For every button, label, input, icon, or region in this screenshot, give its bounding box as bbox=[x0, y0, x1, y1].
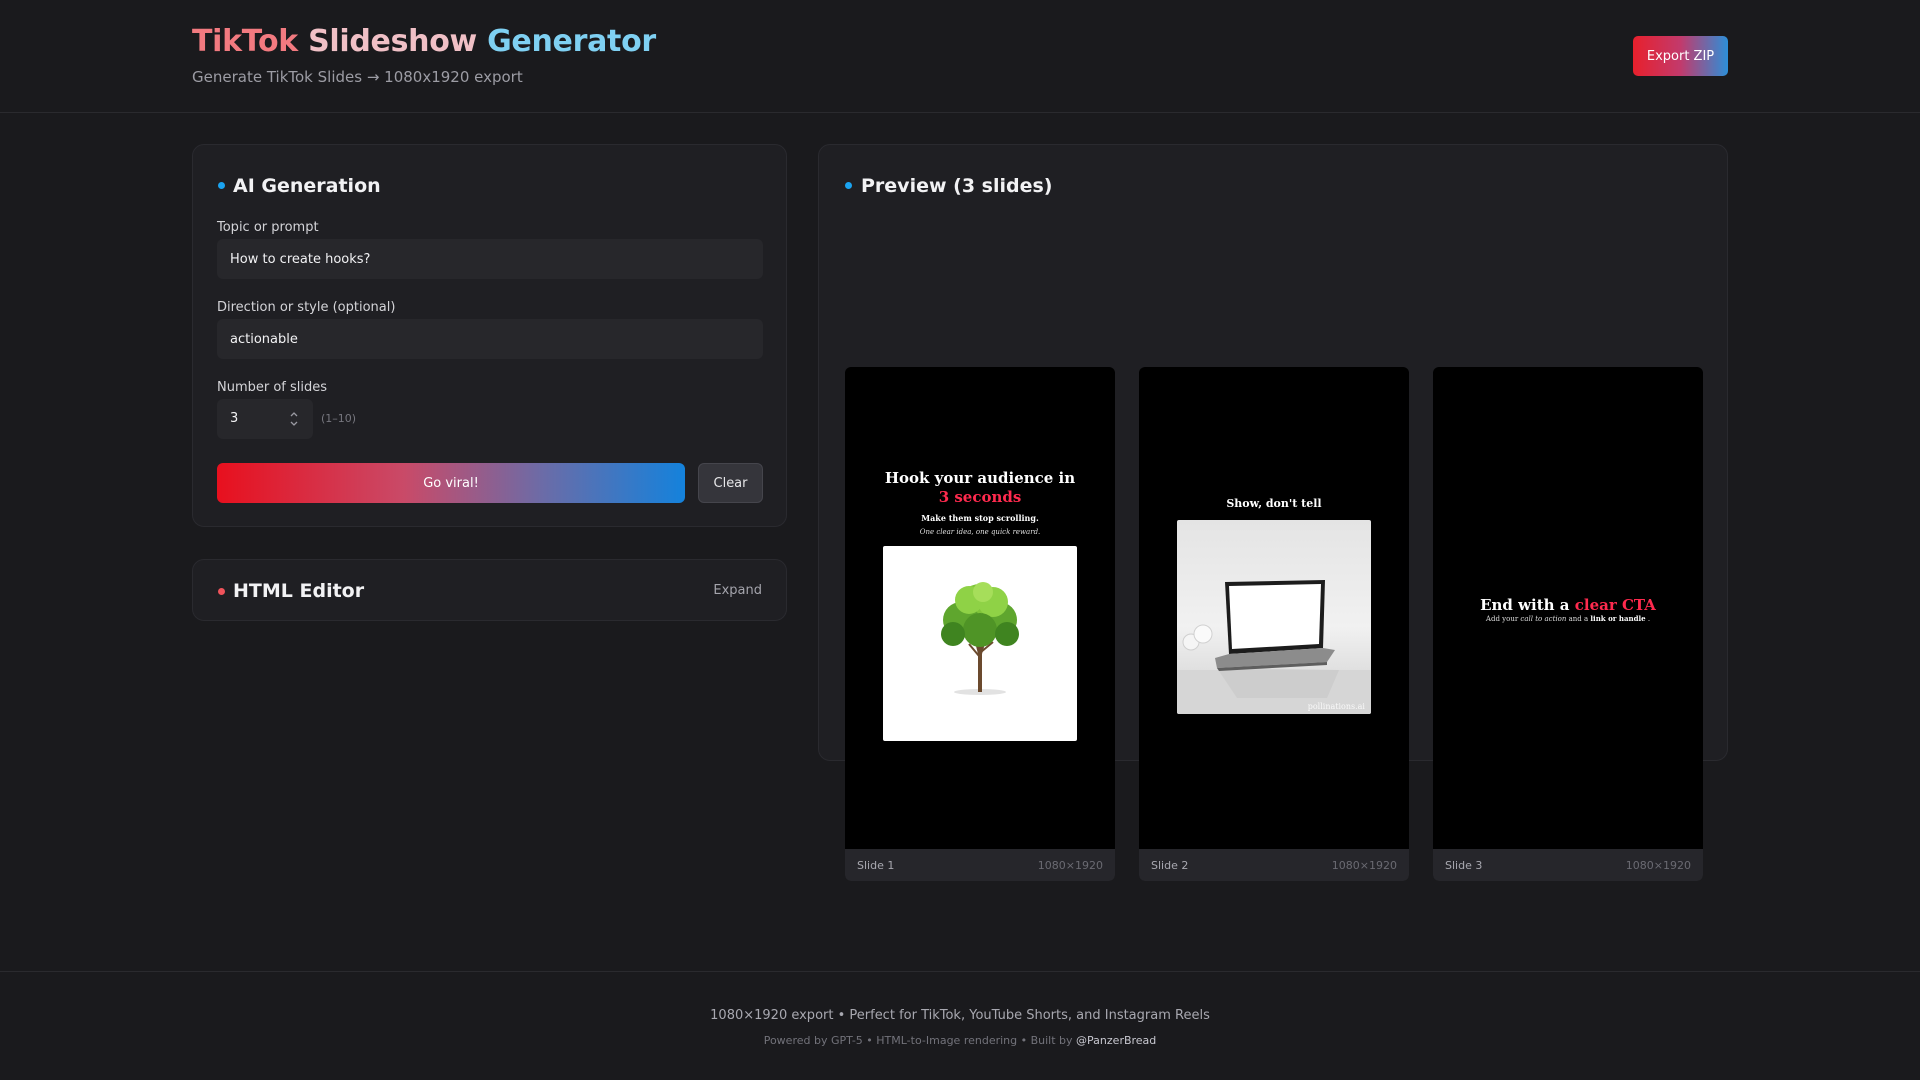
page-footer: 1080×1920 export • Perfect for TikTok, Y… bbox=[0, 971, 1920, 1080]
html-editor-title: HTML Editor bbox=[233, 580, 365, 602]
export-zip-button[interactable]: Export ZIP bbox=[1633, 36, 1728, 76]
footer-credits-text: Powered by GPT-5 • HTML-to-Image renderi… bbox=[763, 1034, 1073, 1047]
preview-panel: Preview (3 slides) Hook your audience in… bbox=[818, 144, 1728, 881]
slide-highlight: clear CTA bbox=[1574, 596, 1656, 614]
slides-count-value: 3 bbox=[230, 411, 239, 426]
expand-editor-button[interactable]: Expand bbox=[713, 583, 762, 598]
slide-subline-emphasis: call to action bbox=[1520, 615, 1567, 623]
slide-subline-text: Add your bbox=[1485, 615, 1519, 623]
clear-button[interactable]: Clear bbox=[698, 463, 763, 503]
slide-headline: Hook your audience in bbox=[884, 469, 1076, 487]
topic-input[interactable] bbox=[217, 239, 763, 279]
slides-count-stepper[interactable]: 3 bbox=[217, 399, 313, 439]
slide-preview[interactable]: Show, don't tell pollinations.ai bbox=[1139, 367, 1409, 849]
section-dot-icon bbox=[218, 182, 225, 189]
slides-count-label: Number of slides bbox=[217, 380, 328, 395]
app-title-word: TikTok bbox=[192, 24, 298, 59]
slide-card: Hook your audience in 3 seconds Make the… bbox=[845, 367, 1115, 881]
tree-image bbox=[883, 546, 1077, 741]
preview-title: Preview (3 slides) bbox=[861, 175, 1053, 197]
app-subtitle: Generate TikTok Slides → 1080x1920 expor… bbox=[192, 68, 523, 86]
app-title: TikTok Slideshow Generator bbox=[192, 24, 656, 59]
slide-highlight: 3 seconds bbox=[938, 488, 1022, 506]
laptop-image: pollinations.ai bbox=[1177, 520, 1371, 714]
slide-headline-text: End with a bbox=[1480, 596, 1570, 614]
slide-card: End with a clear CTA Add your call to ac… bbox=[1433, 367, 1703, 881]
section-dot-icon bbox=[218, 588, 225, 595]
direction-label: Direction or style (optional) bbox=[217, 300, 396, 315]
footer-credits: Powered by GPT-5 • HTML-to-Image renderi… bbox=[0, 1034, 1920, 1047]
author-handle-link[interactable]: @PanzerBread bbox=[1076, 1034, 1156, 1047]
slides-range-hint: (1–10) bbox=[321, 412, 357, 425]
slide-footer: Slide 3 1080×1920 bbox=[1433, 849, 1703, 881]
tree-icon bbox=[941, 582, 1019, 695]
slide-card: Show, don't tell pollinations.ai Slide 2… bbox=[1139, 367, 1409, 881]
ai-generation-title: AI Generation bbox=[233, 175, 381, 197]
ai-generation-panel: AI Generation Topic or prompt Direction … bbox=[192, 144, 787, 527]
slide-footer: Slide 2 1080×1920 bbox=[1139, 849, 1409, 881]
slide-label: Slide 1 bbox=[857, 859, 895, 872]
slide-size: 1080×1920 bbox=[1037, 859, 1103, 872]
app-title-word: Slideshow bbox=[308, 24, 477, 59]
direction-input[interactable] bbox=[217, 319, 763, 359]
slide-label: Slide 3 bbox=[1445, 859, 1483, 872]
app-title-word: Generator bbox=[487, 24, 656, 59]
slide-headline: Show, don't tell bbox=[1226, 497, 1322, 510]
slide-preview[interactable]: End with a clear CTA Add your call to ac… bbox=[1433, 367, 1703, 849]
chevron-up-down-icon[interactable] bbox=[289, 408, 299, 430]
slide-headline: End with a clear CTA bbox=[1433, 596, 1703, 614]
slide-size: 1080×1920 bbox=[1331, 859, 1397, 872]
slide-label: Slide 2 bbox=[1151, 859, 1189, 872]
footer-tagline: 1080×1920 export • Perfect for TikTok, Y… bbox=[710, 1008, 1210, 1023]
slide-size: 1080×1920 bbox=[1625, 859, 1691, 872]
laptop-icon bbox=[1177, 580, 1371, 714]
topic-label: Topic or prompt bbox=[217, 220, 319, 235]
section-dot-icon bbox=[845, 182, 852, 189]
slide-subline-text: . bbox=[1647, 615, 1651, 623]
slide-subline-text: and a bbox=[1568, 615, 1589, 623]
slide-subline-bold: link or handle bbox=[1590, 614, 1646, 623]
watermark-text: pollinations.ai bbox=[1307, 702, 1365, 711]
app-header: TikTok Slideshow Generator Generate TikT… bbox=[0, 0, 1920, 113]
slide-footer: Slide 1 1080×1920 bbox=[845, 849, 1115, 881]
slide-preview[interactable]: Hook your audience in 3 seconds Make the… bbox=[845, 367, 1115, 849]
go-viral-button[interactable]: Go viral! bbox=[217, 463, 685, 503]
html-editor-panel: HTML Editor Expand bbox=[192, 559, 787, 621]
slide-subline: Add your call to action and a link or ha… bbox=[1433, 614, 1703, 623]
slide-subline: Make them stop scrolling. bbox=[921, 513, 1039, 523]
slide-note: One clear idea, one quick reward. bbox=[919, 528, 1041, 536]
